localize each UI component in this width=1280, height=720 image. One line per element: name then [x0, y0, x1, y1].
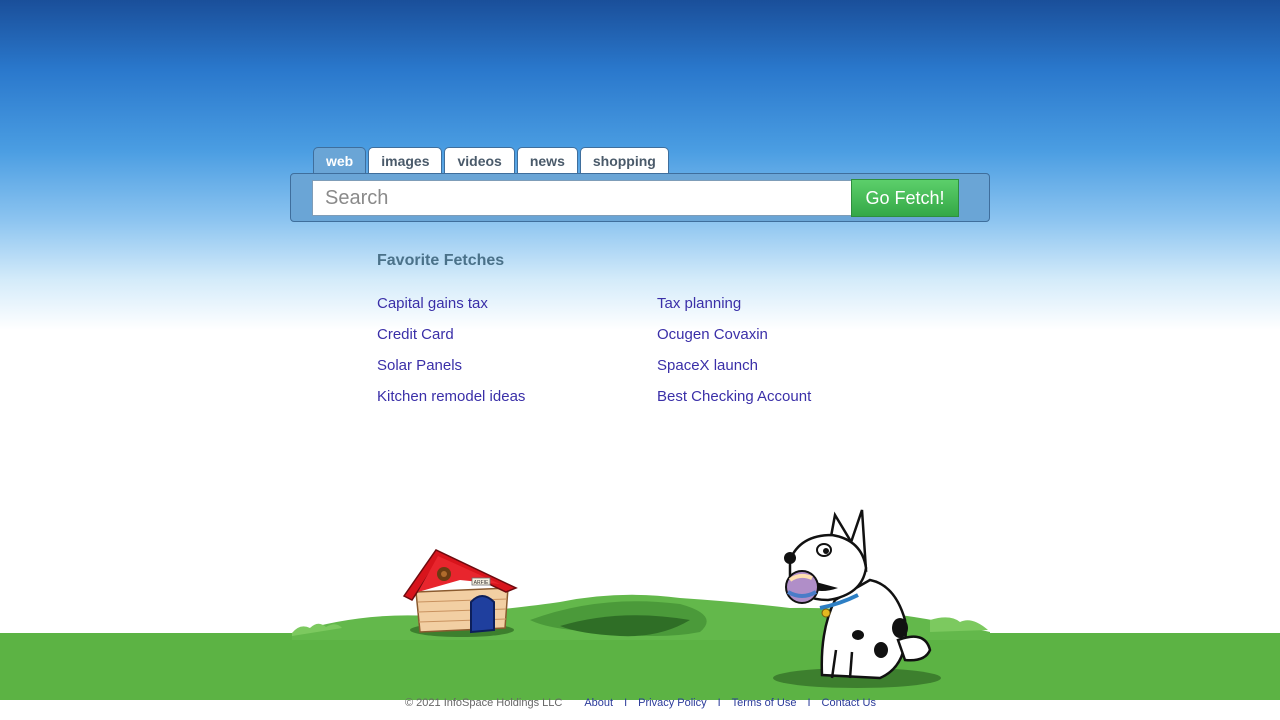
footer-separator: I [717, 697, 721, 709]
tab-images[interactable]: images [368, 147, 443, 173]
copyright-text: © 2021 InfoSpace Holdings LLC [405, 697, 563, 709]
favorite-fetches: Favorite Fetches Capital gains tax Tax p… [377, 252, 937, 405]
search-input[interactable] [312, 180, 852, 216]
favorite-link[interactable]: Solar Panels [377, 356, 657, 376]
favorites-title: Favorite Fetches [377, 252, 505, 269]
tab-shopping[interactable]: shopping [579, 147, 669, 173]
dog-scene-illustration: ARFIE [0, 509, 1280, 700]
tab-videos[interactable]: videos [444, 147, 515, 173]
footer-link-contact-us[interactable]: Contact Us [822, 697, 876, 709]
favorite-link[interactable]: Kitchen remodel ideas [377, 387, 657, 407]
go-fetch-button[interactable]: Go Fetch! [851, 179, 959, 217]
grass-hills [0, 594, 1280, 700]
footer-separator: I [624, 697, 628, 709]
footer-link-about[interactable]: About [584, 697, 613, 709]
search-box: Go Fetch! [290, 173, 990, 222]
favorite-link[interactable]: SpaceX launch [657, 356, 937, 376]
doghouse-sign-text: ARFIE [474, 580, 489, 586]
favorite-link[interactable]: Capital gains tax [377, 294, 657, 314]
favorite-link[interactable]: Ocugen Covaxin [657, 325, 937, 345]
favorite-link[interactable]: Best Checking Account [657, 387, 937, 407]
footer-link-terms-of-use[interactable]: Terms of Use [732, 697, 797, 709]
tab-news[interactable]: news [516, 147, 578, 173]
footer-separator: I [807, 697, 811, 709]
tab-web[interactable]: web [313, 147, 367, 174]
doghouse: ARFIE [402, 549, 518, 637]
favorites-list: Capital gains tax Tax planning Credit Ca… [377, 294, 937, 407]
favorite-link[interactable]: Credit Card [377, 325, 657, 345]
search-tabs: web images videos news shopping [313, 147, 669, 174]
footer-link-privacy-policy[interactable]: Privacy Policy [638, 697, 706, 709]
favorite-link[interactable]: Tax planning [657, 294, 937, 314]
footer: © 2021 InfoSpace Holdings LLC About I Pr… [405, 697, 876, 709]
